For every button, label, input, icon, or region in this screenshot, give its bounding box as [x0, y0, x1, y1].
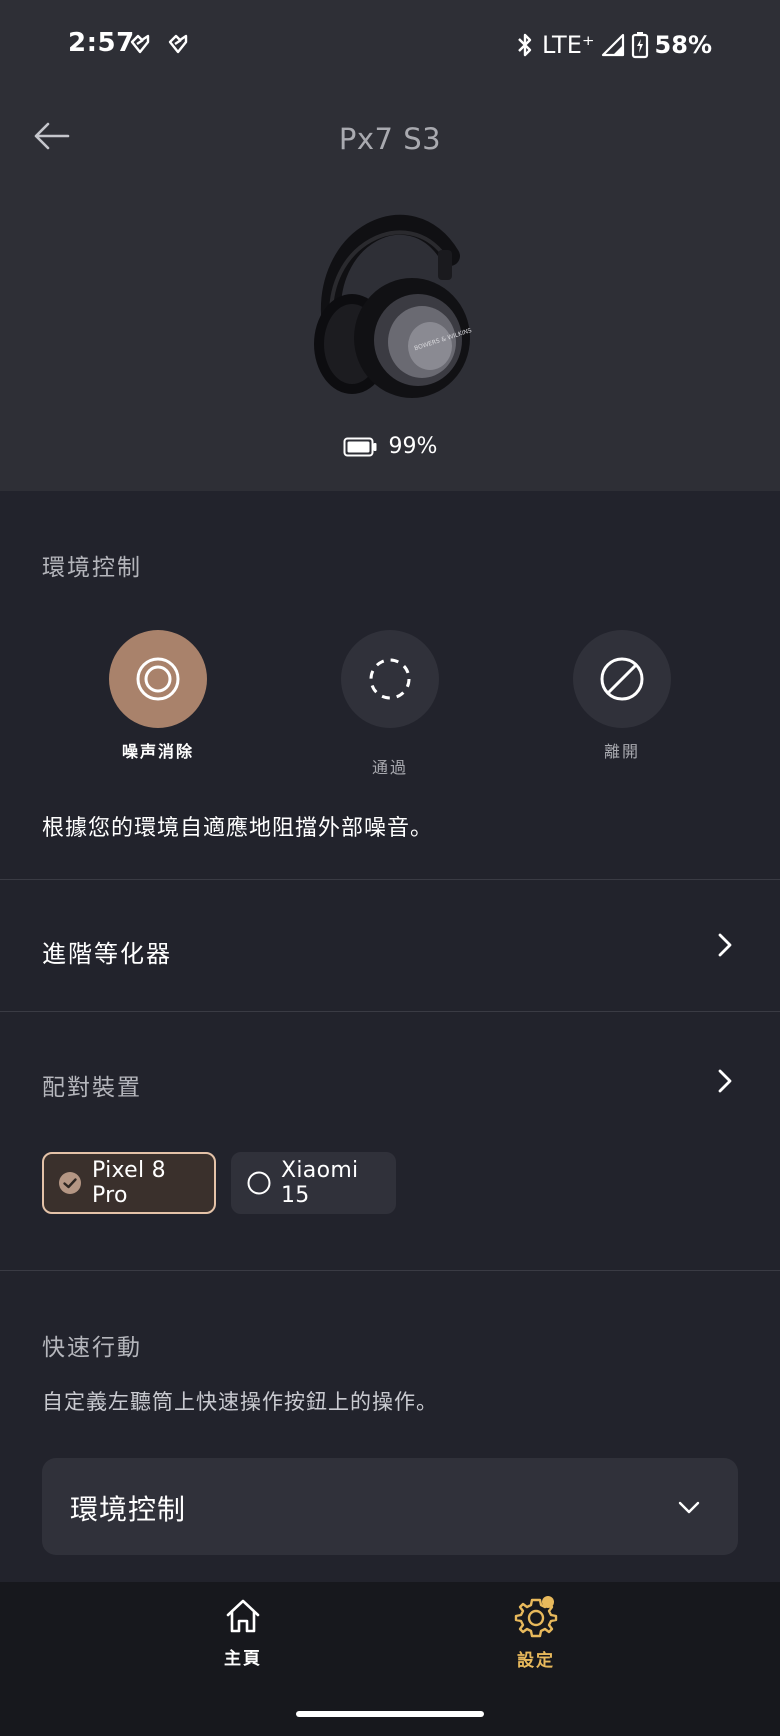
anc-mode-off[interactable]: 離開	[542, 630, 702, 762]
dropdown-selected-value: 環境控制	[70, 1493, 187, 1526]
home-icon	[226, 1599, 260, 1633]
check-circle-icon	[59, 1172, 81, 1194]
network-type: LTE⁺	[541, 31, 595, 59]
anc-description: 根據您的環境自適應地阻擋外部噪音。	[42, 816, 434, 841]
nav-home[interactable]: 主頁	[183, 1596, 303, 1669]
advanced-eq-label: 進階等化器	[42, 940, 172, 968]
battery-icon	[343, 437, 377, 456]
device-chip-xiaomi-15[interactable]: Xiaomi 15	[231, 1152, 396, 1214]
anc-mode-label: 噪声消除	[121, 742, 194, 761]
transparency-icon	[369, 658, 411, 700]
ambient-control-heading: 環境控制	[42, 555, 142, 581]
battery-level: 99%	[388, 434, 438, 459]
anc-mode-circle	[341, 630, 439, 728]
status-bar: 2:57 LTE⁺ 58%	[0, 0, 780, 90]
paired-devices-heading: 配對裝置	[42, 1075, 142, 1101]
divider	[0, 1270, 780, 1271]
status-time: 2:57	[68, 28, 135, 58]
notification-app-icon	[168, 34, 188, 54]
device-name: Xiaomi 15	[281, 1158, 359, 1208]
quick-action-description: 自定義左聽筒上快速操作按鈕上的操作。	[42, 1390, 438, 1414]
headphones-image: BOWERS & WILKINS	[314, 214, 473, 398]
nav-settings[interactable]: 設定	[476, 1596, 596, 1671]
nav-header: Px7 S3	[0, 100, 780, 180]
status-indicators: LTE⁺ 58%	[514, 28, 712, 62]
device-battery-row: 99%	[0, 434, 780, 459]
quick-action-dropdown[interactable]: 環境控制	[42, 1458, 738, 1555]
anc-mode-circle	[109, 630, 207, 728]
device-name: Pixel 8 Pro	[92, 1158, 166, 1208]
anc-mode-label: 通過	[371, 758, 408, 777]
signal-icon	[601, 33, 624, 57]
anc-mode-transparency[interactable]: 通過	[310, 630, 470, 778]
advanced-eq-row[interactable]: 進階等化器	[0, 880, 780, 1000]
chevron-right-icon	[718, 1069, 732, 1093]
battery-percent: 58%	[654, 31, 712, 59]
nav-settings-label: 設定	[517, 1651, 555, 1671]
chevron-down-icon	[678, 1501, 700, 1514]
noise-cancelling-icon	[136, 657, 180, 701]
radio-unchecked-icon	[247, 1171, 271, 1195]
bluetooth-icon	[518, 33, 532, 57]
anc-mode-noise-cancelling[interactable]: 噪声消除	[78, 630, 238, 762]
paired-devices-row[interactable]: 配對裝置	[0, 1012, 780, 1152]
anc-mode-label: 離開	[603, 742, 640, 761]
battery-charging-icon	[631, 32, 648, 59]
chevron-right-icon	[718, 933, 732, 957]
nav-home-label: 主頁	[224, 1649, 262, 1669]
notification-app-icon	[130, 34, 150, 54]
quick-action-heading: 快速行動	[42, 1335, 142, 1361]
anc-mode-circle	[573, 630, 671, 728]
home-indicator[interactable]	[296, 1711, 484, 1717]
page-title: Px7 S3	[338, 122, 442, 156]
gear-icon	[514, 1596, 558, 1638]
off-icon	[600, 657, 644, 701]
device-chip-pixel-8-pro[interactable]: Pixel 8 Pro	[42, 1152, 216, 1214]
